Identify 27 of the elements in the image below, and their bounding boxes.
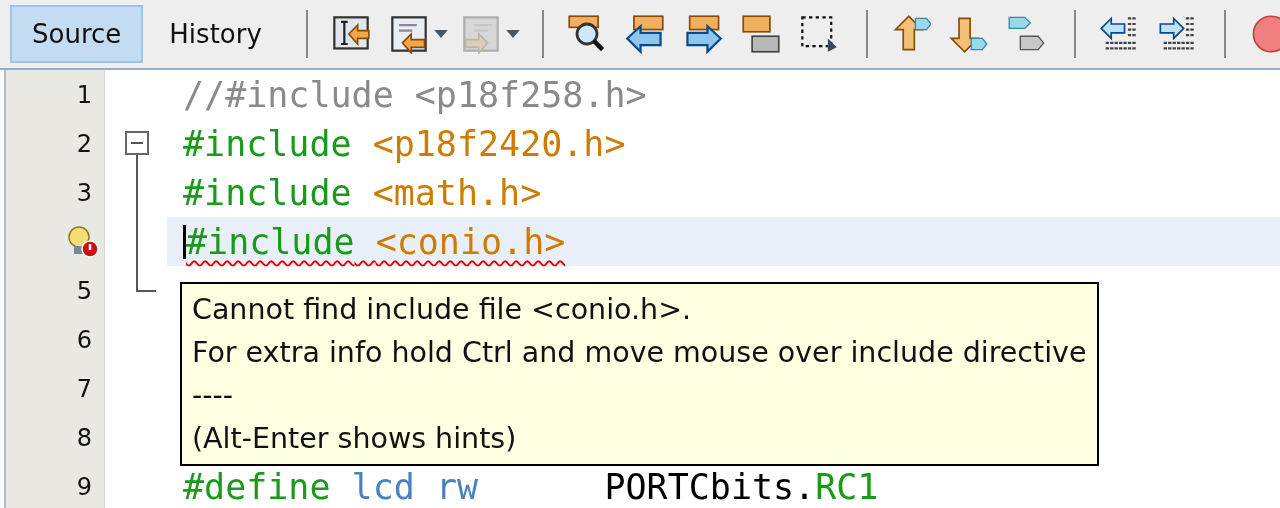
left-arrow-icon[interactable] (624, 14, 665, 54)
line-number: 7 (76, 374, 92, 403)
editor-tab[interactable]: Source (10, 5, 144, 63)
collapse-toggle[interactable] (125, 131, 149, 155)
code-line: #include <math.h> (183, 172, 542, 213)
code-line: #include <conio.h> (186, 221, 566, 262)
line-number: 1 (76, 80, 92, 109)
text-cursor (183, 224, 186, 259)
line-number: 6 (76, 325, 92, 354)
line-number: 3 (76, 178, 92, 207)
code-line: #define lcd rw PORTCbits.RC1 (183, 466, 879, 507)
search-icon[interactable] (566, 14, 607, 54)
selection-pointer-icon[interactable] (798, 14, 839, 54)
line-number: 2 (76, 129, 92, 158)
tooltip-text: Cannot find include file <conio.h>. (192, 292, 693, 328)
code-line: #include <p18f2420.h> (183, 123, 626, 164)
stacked-boxes-icon[interactable] (740, 14, 781, 54)
line-number: 9 (76, 472, 92, 501)
line-number: 5 (76, 276, 92, 305)
editor-tab[interactable]: History (147, 5, 284, 63)
tooltip-text: ---- (192, 378, 235, 414)
line-number: 8 (76, 423, 92, 452)
tooltip-text: For extra info hold Ctrl and move mouse over include directive (192, 335, 1087, 371)
lightbulb-error-icon[interactable] (66, 224, 100, 259)
code-line: //#include <p18f258.h> (183, 74, 647, 115)
tooltip-text: (Alt-Enter shows hints) (192, 421, 518, 457)
caret-icon[interactable] (433, 29, 448, 39)
